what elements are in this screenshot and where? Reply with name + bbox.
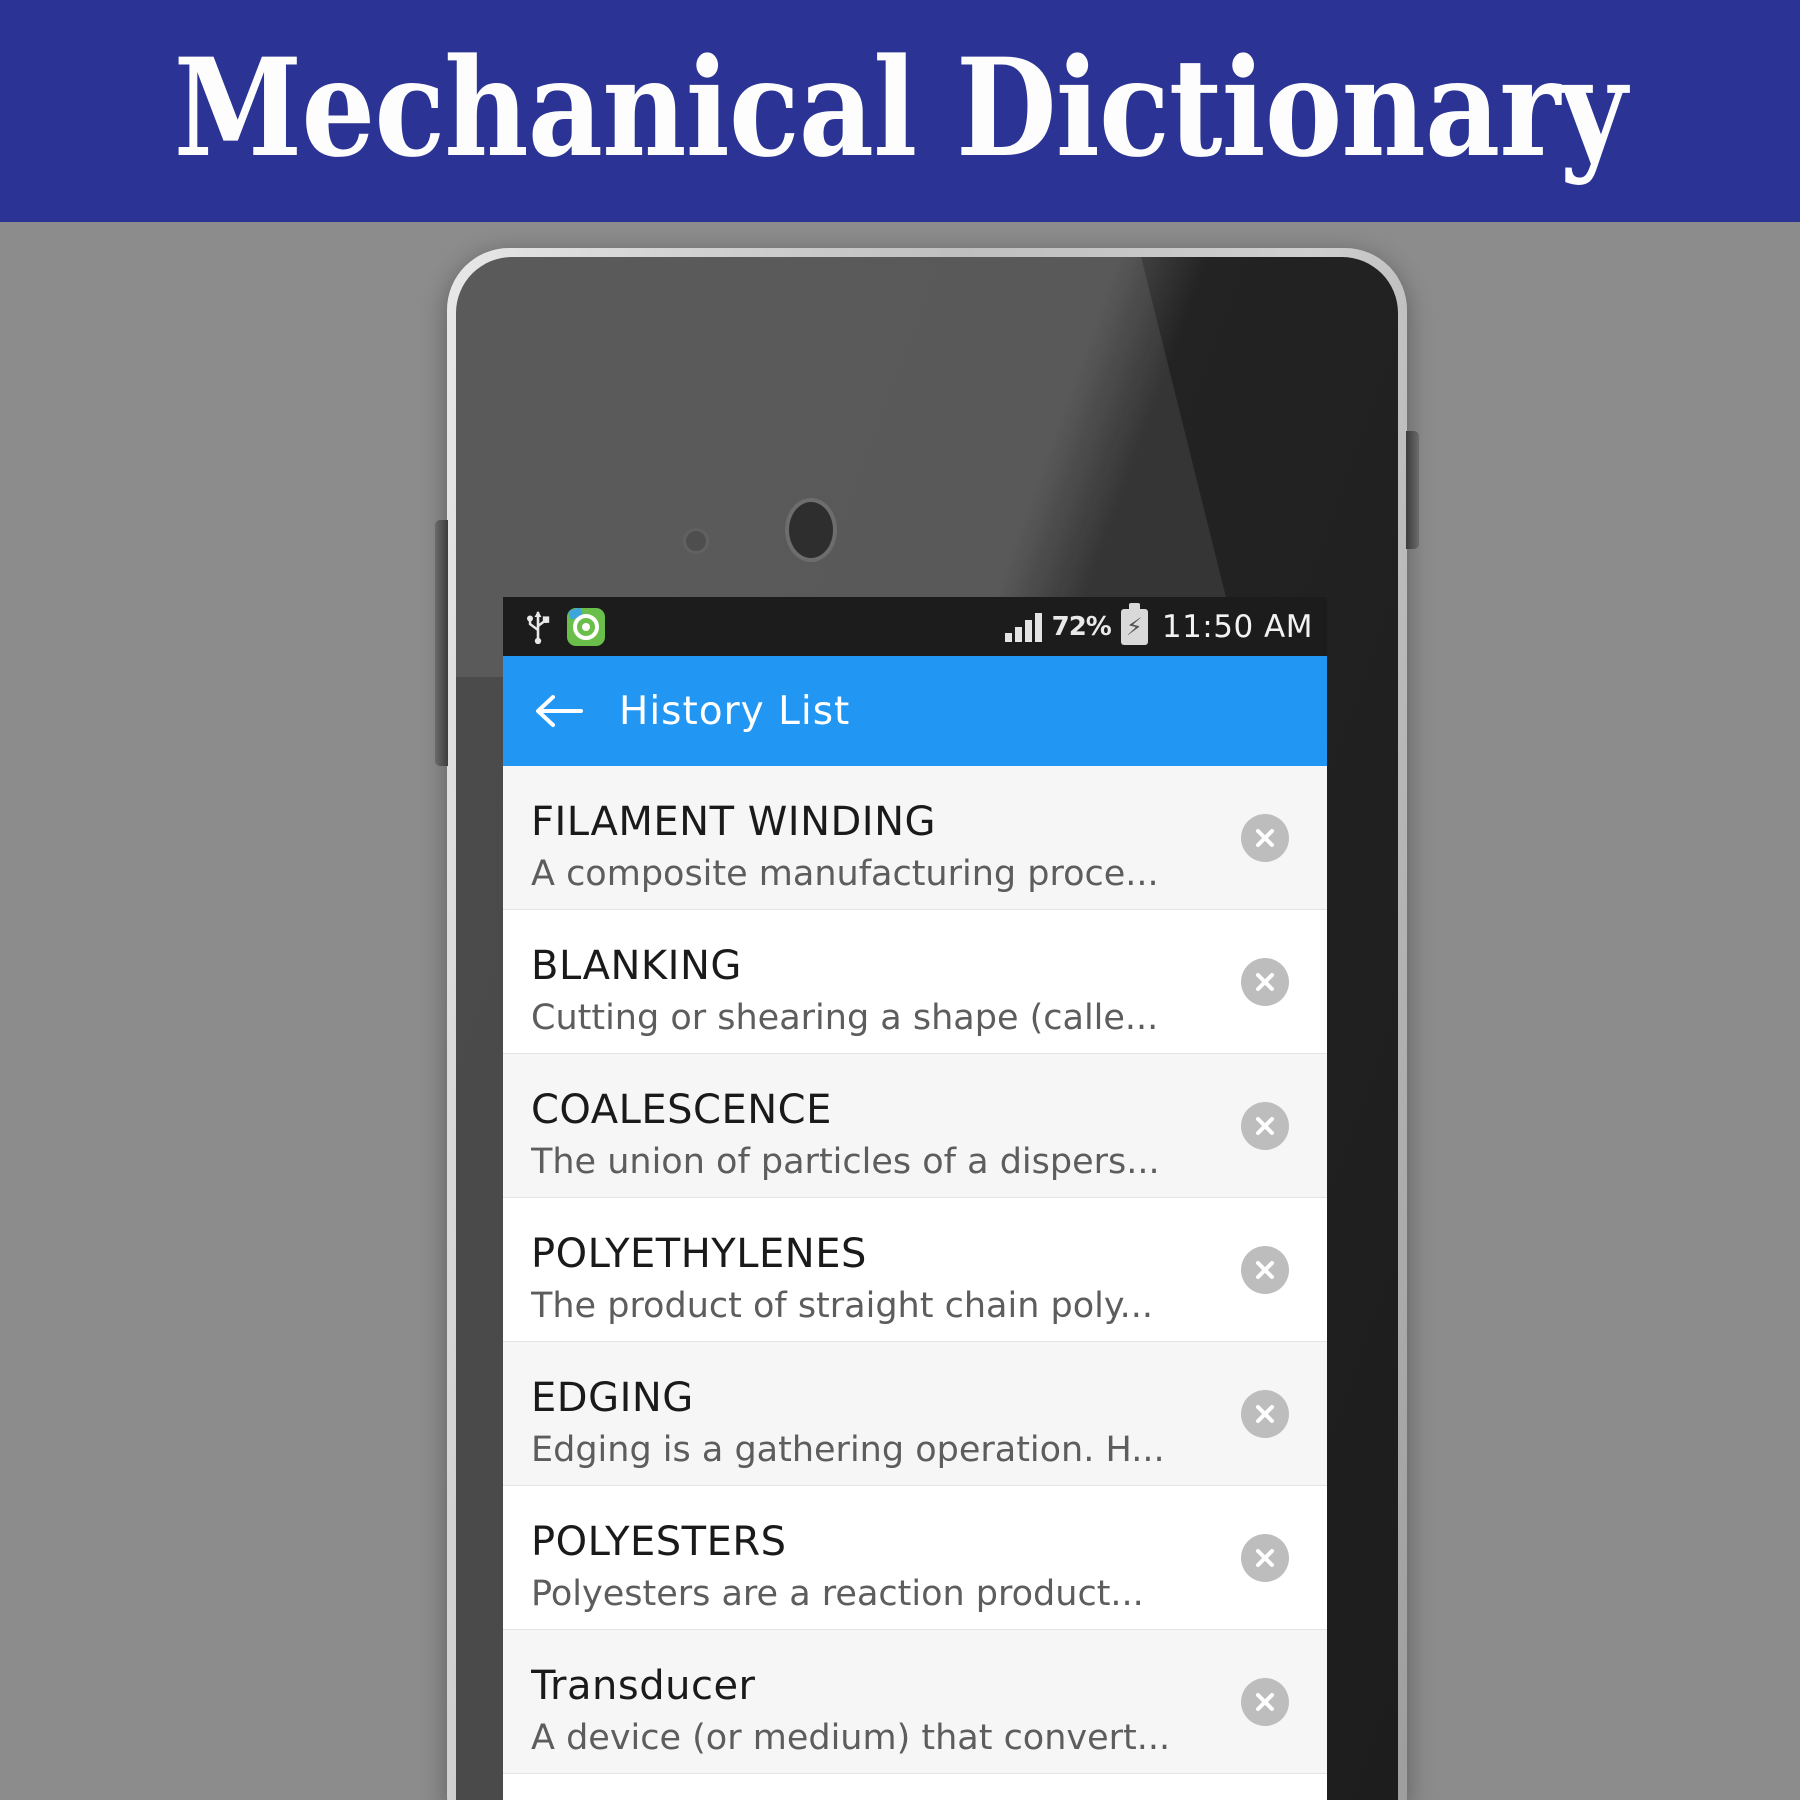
promo-title: Mechanical Dictionary <box>173 28 1627 187</box>
list-item-description: A composite manufacturing proce... <box>531 853 1159 894</box>
list-item-description: Polyesters are a reaction product... <box>531 1573 1144 1614</box>
close-circle-icon[interactable] <box>1241 813 1289 862</box>
list-item-term: POLYESTERS <box>531 1518 787 1565</box>
close-circle-icon[interactable] <box>1241 1677 1289 1726</box>
list-item-term: POLYETHYLENES <box>531 1230 867 1277</box>
volume-rocker-button[interactable] <box>435 520 448 766</box>
charging-bolt-icon: ⚡ <box>1125 612 1143 641</box>
close-circle-icon[interactable] <box>1241 1245 1289 1294</box>
status-bar: 72% ⚡ 11:50 AM <box>503 597 1327 656</box>
close-circle-icon[interactable] <box>1241 957 1289 1006</box>
list-item[interactable]: POLYETHYLENES The product of straight ch… <box>503 1198 1327 1342</box>
list-item-term: EDGING <box>531 1374 694 1421</box>
phone-screen: 72% ⚡ 11:50 AM History List FILAMENT WIN… <box>503 597 1327 1800</box>
close-circle-icon[interactable] <box>1241 1533 1289 1582</box>
earpiece-sensor-icon <box>785 498 837 562</box>
back-arrow-icon[interactable] <box>531 683 587 739</box>
signal-bar-4 <box>1034 612 1042 642</box>
list-item[interactable]: FILAMENT WINDING A composite manufacturi… <box>503 766 1327 910</box>
list-item-description: A device (or medium) that convert... <box>531 1717 1171 1758</box>
app-bar: History List <box>503 656 1327 766</box>
list-item-term: BLANKING <box>531 942 742 989</box>
promo-banner: Mechanical Dictionary <box>0 0 1800 222</box>
list-item-term: FILAMENT WINDING <box>531 798 937 845</box>
list-item[interactable]: Transducer A device (or medium) that con… <box>503 1630 1327 1774</box>
list-item-term: Transducer <box>531 1662 756 1709</box>
status-bar-left <box>525 607 605 646</box>
app-bar-title: History List <box>619 688 851 734</box>
list-item-description: Cutting or shearing a shape (calle... <box>531 997 1159 1038</box>
bullseye-app-icon <box>567 607 605 646</box>
phone-mockup: 72% ⚡ 11:50 AM History List FILAMENT WIN… <box>435 248 1419 1800</box>
battery-charging-icon: ⚡ <box>1120 602 1148 645</box>
list-item[interactable]: EDGING Edging is a gathering operation. … <box>503 1342 1327 1486</box>
close-circle-icon[interactable] <box>1241 1389 1289 1438</box>
power-button[interactable] <box>1406 431 1419 549</box>
status-bar-right: 72% ⚡ 11:50 AM <box>1004 602 1313 645</box>
signal-bar-3 <box>1024 619 1032 642</box>
bullseye-ring <box>573 613 599 640</box>
battery-percent-label: 72% <box>1051 611 1112 642</box>
front-camera-icon <box>683 528 709 554</box>
list-item[interactable]: BLANKING Cutting or shearing a shape (ca… <box>503 910 1327 1054</box>
list-item[interactable]: COALESCENCE The union of particles of a … <box>503 1054 1327 1198</box>
list-item[interactable]: POLYESTERS Polyesters are a reaction pro… <box>503 1486 1327 1630</box>
signal-bar-1 <box>1004 632 1012 642</box>
close-circle-icon[interactable] <box>1241 1101 1289 1150</box>
list-item-description: Edging is a gathering operation. H... <box>531 1429 1165 1470</box>
signal-bar-2 <box>1014 626 1022 642</box>
list-item-description: The product of straight chain poly... <box>531 1285 1153 1326</box>
list-item-term: COALESCENCE <box>531 1086 832 1133</box>
history-list[interactable]: FILAMENT WINDING A composite manufacturi… <box>503 766 1327 1800</box>
bullseye-center <box>582 622 590 631</box>
list-empty-area <box>503 1774 1327 1800</box>
status-bar-clock: 11:50 AM <box>1161 608 1313 645</box>
list-item-description: The union of particles of a dispers... <box>531 1141 1160 1182</box>
signal-bars-icon <box>1004 612 1042 642</box>
usb-icon <box>525 610 551 644</box>
